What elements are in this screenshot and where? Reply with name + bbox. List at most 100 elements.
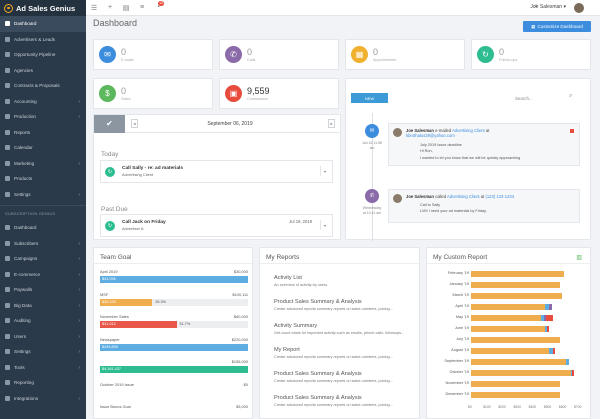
secondary-nav-item[interactable]: Paywalls ›: [0, 282, 86, 298]
stat-card[interactable]: $0 Sales: [93, 78, 213, 109]
custom-report-title: My Custom Report: [427, 248, 590, 264]
goal-progress-fill: $31,012: [100, 321, 177, 328]
avatar[interactable]: [574, 3, 584, 13]
activity-item[interactable]: Joe Salesman called Advertising Client a…: [388, 189, 580, 223]
stat-label: Calls: [247, 57, 256, 62]
secondary-nav-item[interactable]: Tools ›: [0, 360, 86, 376]
primary-nav-item[interactable]: Agencies: [0, 63, 86, 79]
report-item[interactable]: Product Sales Summary & Analysis Create a…: [274, 299, 412, 311]
task-item[interactable]: ↻ Call Jack on Friday Advertiser A Jul 1…: [100, 214, 333, 237]
secondary-nav-item[interactable]: Subscribers ›: [0, 236, 86, 252]
secondary-nav-item[interactable]: Big Data ›: [0, 298, 86, 314]
secondary-nav-item[interactable]: Settings ›: [0, 344, 86, 360]
chart-bar[interactable]: [471, 359, 569, 365]
secondary-nav-item[interactable]: Users ›: [0, 329, 86, 345]
advertiser-link[interactable]: Advertising Client: [452, 128, 485, 133]
phone-icon: ✆: [225, 46, 242, 63]
stat-card[interactable]: ↻ 0 Follow-ups: [471, 39, 591, 70]
next-date-button[interactable]: ▸: [328, 119, 335, 128]
chart-bar[interactable]: [471, 326, 550, 332]
primary-nav-item[interactable]: Settings ›: [0, 187, 86, 203]
chart-bar[interactable]: [471, 348, 555, 354]
goal-row[interactable]: April 2019 $30,000 $43,256: [100, 269, 248, 283]
chart-bar[interactable]: [471, 304, 552, 310]
primary-nav-item[interactable]: Reports: [0, 125, 86, 141]
home-icon: [5, 21, 10, 27]
goal-row[interactable]: Issue Bonus Goal $3,000: [100, 404, 248, 409]
stat-card[interactable]: ▦ 0 Appointments: [345, 39, 465, 70]
report-item[interactable]: Activity List An overview of activity by …: [274, 275, 412, 287]
chart-bar[interactable]: [471, 392, 561, 398]
secondary-nav-item[interactable]: Campaigns ›: [0, 251, 86, 267]
megaphone-icon: [5, 160, 10, 166]
goal-row[interactable]: $155,000 $4,161,437: [100, 359, 248, 373]
envelope-icon: ✉: [99, 46, 116, 63]
contact-link[interactable]: kbrothalus29@yahoo.com: [406, 133, 455, 138]
chart-tick-label: $600: [558, 405, 567, 409]
report-item[interactable]: My Report Create advanced reports summary…: [274, 347, 412, 359]
primary-nav-item[interactable]: Production ›: [0, 109, 86, 125]
stat-card[interactable]: ▣ 9,559 Commission: [219, 78, 339, 109]
chart-row: September '19: [427, 358, 587, 366]
primary-nav-item[interactable]: Opportunity Pipeline: [0, 47, 86, 63]
stat-card[interactable]: ✆ 0 Calls: [219, 39, 339, 70]
search-icon[interactable]: ⌕: [569, 93, 572, 100]
secondary-nav-item[interactable]: Dashboard: [0, 220, 86, 236]
chart-bar[interactable]: [471, 293, 563, 299]
advertiser-link[interactable]: Advertising Client: [447, 194, 480, 199]
goal-progress-fill: $43,256: [100, 276, 248, 283]
menu-icon[interactable]: ☰: [86, 0, 102, 16]
contact-link[interactable]: (123) 123-1234: [485, 194, 514, 199]
secondary-nav-item[interactable]: Reporting: [0, 375, 86, 391]
logo-icon: [4, 3, 13, 13]
primary-nav-item[interactable]: Marketing ›: [0, 156, 86, 172]
secondary-nav-item[interactable]: Auditing ›: [0, 313, 86, 329]
report-item[interactable]: Product Sales Summary & Analysis Create a…: [274, 395, 412, 407]
chart-bar[interactable]: [471, 282, 561, 288]
customize-dashboard-button[interactable]: ▦ Customize Dashboard: [523, 21, 591, 32]
task-menu-button[interactable]: ▾: [320, 220, 329, 230]
chart-bar[interactable]: [471, 315, 553, 321]
primary-nav-item[interactable]: Products: [0, 171, 86, 187]
task-menu-button[interactable]: ▾: [320, 166, 329, 176]
primary-nav-item[interactable]: Advertisers & Leads: [0, 32, 86, 48]
activity-search-input[interactable]: Search...: [515, 96, 533, 101]
past-due-label: Past Due: [101, 206, 128, 213]
new-activity-button[interactable]: NEW: [351, 93, 388, 103]
secondary-nav-item[interactable]: E-commerce ›: [0, 267, 86, 283]
add-icon[interactable]: +: [102, 0, 118, 16]
stat-card[interactable]: ✉ 0 E-mails: [93, 39, 213, 70]
box-icon: [5, 176, 10, 182]
chart-bar[interactable]: [471, 370, 574, 376]
report-item[interactable]: Product Sales Summary & Analysis Create a…: [274, 371, 412, 383]
bar-chart-icon[interactable]: ▥: [576, 254, 582, 261]
task-item[interactable]: ↻ Call Sally - re: ad materials Advertis…: [100, 160, 333, 183]
list-icon[interactable]: ≡: [134, 0, 150, 16]
tasks-icon[interactable]: ▤: [118, 0, 134, 16]
primary-nav-item[interactable]: Dashboard: [0, 16, 86, 32]
secondary-nav-item[interactable]: Integrations ›: [0, 391, 86, 407]
report-item[interactable]: Activity Summary Get count totals for imp…: [274, 323, 412, 335]
goal-row[interactable]: Newspaper $220,000 $439,890: [100, 337, 248, 351]
primary-nav-item[interactable]: Accounting ›: [0, 94, 86, 110]
activity-item[interactable]: Joe Salesman e-mailed Advertising Client…: [388, 123, 580, 166]
goal-row[interactable]: October 2019 Issue $0: [100, 382, 248, 387]
user-menu[interactable]: Joe Salesman ▾: [530, 4, 566, 10]
chart-bar[interactable]: [471, 271, 565, 277]
bell-icon[interactable]: ◔ 12: [150, 0, 166, 16]
chart-bar[interactable]: [471, 337, 561, 343]
goal-row[interactable]: November Sales $60,000 $31,012 51.7%: [100, 314, 248, 328]
goal-row[interactable]: MSF $100,111 $35,335 35.3%: [100, 292, 248, 306]
report-title: Activity List: [274, 275, 302, 281]
stat-value: 0: [499, 46, 505, 57]
chevron-right-icon: ›: [78, 333, 80, 340]
flag-icon[interactable]: [570, 129, 574, 133]
chart-bar[interactable]: [471, 381, 561, 387]
brand[interactable]: Ad Sales Genius: [0, 0, 86, 16]
primary-nav-item[interactable]: Contracts & Proposals: [0, 78, 86, 94]
prev-date-button[interactable]: ◂: [131, 119, 138, 128]
report-title: Activity Summary: [274, 323, 318, 329]
primary-nav-item[interactable]: Calendar: [0, 140, 86, 156]
nav-item-label: Products: [14, 176, 33, 182]
check-icon[interactable]: ✔: [94, 114, 125, 133]
